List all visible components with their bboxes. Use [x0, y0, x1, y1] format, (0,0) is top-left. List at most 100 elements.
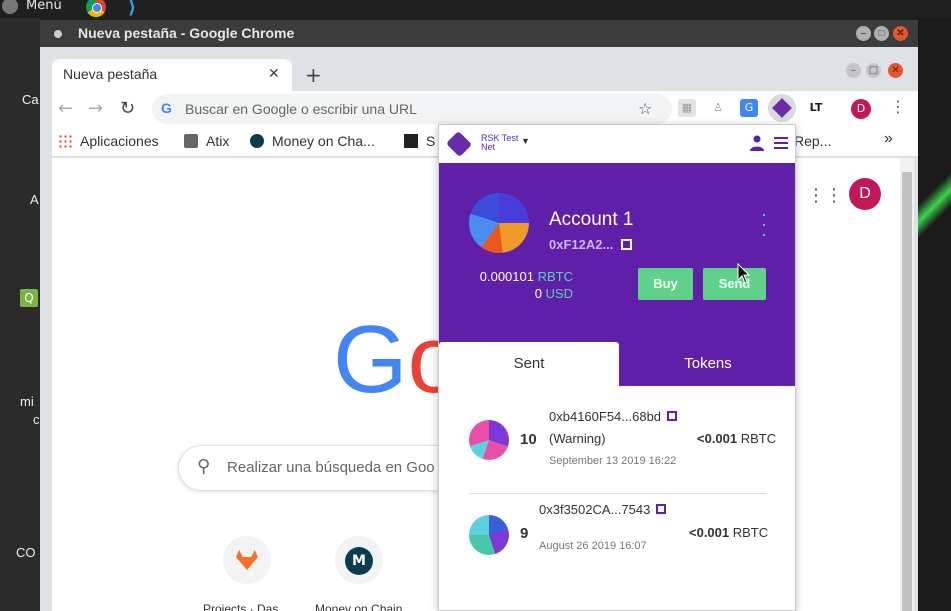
transaction-hash[interactable]: 0x3f3502CA...7543: [539, 502, 667, 517]
transaction-identicon: [469, 420, 509, 460]
page-scrollbar[interactable]: [900, 158, 914, 611]
wallet-extension-icon[interactable]: [768, 94, 796, 122]
desktop-icon-label[interactable]: c: [33, 412, 40, 427]
transaction-date: September 13 2019 16:22: [549, 455, 677, 467]
gitlab-icon: [236, 550, 258, 570]
transaction-divider: [469, 493, 767, 494]
desktop-background-right: [918, 18, 951, 611]
person-icon[interactable]: [750, 135, 764, 151]
chrome-launcher-icon[interactable]: [86, 0, 106, 17]
google-translate-icon[interactable]: G: [740, 99, 758, 117]
back-arrow-icon[interactable]: ←: [58, 98, 73, 119]
chrome-menu-icon[interactable]: ⋮: [890, 97, 906, 116]
transaction-hash-text: 0xb4160F54...68bd: [549, 409, 662, 424]
bookmark-apps[interactable]: Aplicaciones: [58, 133, 159, 149]
balance-fiat-value: 0: [534, 286, 542, 301]
ubuntu-menu-icon[interactable]: [2, 0, 18, 14]
desktop-icon-label[interactable]: Ca: [22, 92, 39, 107]
shortcut-gitlab[interactable]: [223, 536, 271, 584]
buy-button[interactable]: Buy: [638, 268, 693, 300]
tab-sent[interactable]: Sent: [439, 342, 619, 386]
search-placeholder: Realizar una búsqueda en Goo: [227, 459, 435, 476]
network-selector[interactable]: RSK Test Net: [481, 134, 518, 152]
bookmark-money-on-chain[interactable]: Money on Cha...: [250, 133, 375, 149]
bookmark-folder-atix[interactable]: Atix: [184, 133, 229, 149]
forward-arrow-icon[interactable]: →: [88, 98, 103, 119]
desktop-icon-label[interactable]: A: [30, 192, 39, 207]
bookmark-label: Money on Cha...: [272, 133, 375, 149]
google-account-avatar[interactable]: D: [849, 178, 881, 210]
copy-icon[interactable]: [621, 239, 633, 250]
extension-tree-icon[interactable]: ♙: [709, 99, 727, 117]
balance-main: 0.000101 RBTC: [480, 269, 573, 284]
transaction-hash[interactable]: 0xb4160F54...68bd: [549, 409, 678, 424]
apps-grid-icon: [58, 134, 72, 148]
bookmarks-overflow-icon[interactable]: »: [884, 130, 893, 148]
desktop-icon-label[interactable]: mi: [20, 394, 34, 409]
tab-new-tab[interactable]: Nueva pestaña ✕: [52, 59, 292, 91]
transaction-row[interactable]: 10 0xb4160F54...68bd (Warning) <0.001 RB…: [439, 404, 795, 494]
bookmark-star-icon[interactable]: ☆: [638, 99, 652, 118]
account-identicon[interactable]: [469, 193, 529, 253]
account-options-icon[interactable]: · · ·: [761, 205, 767, 243]
balance-fiat: 0 USD: [535, 286, 573, 301]
window-titlebar[interactable]: Nueva pestaña - Google Chrome – □ ✕: [40, 20, 918, 47]
copy-icon[interactable]: [667, 411, 678, 421]
folder-icon: [184, 134, 198, 148]
profile-avatar[interactable]: D: [851, 99, 871, 119]
google-search-box[interactable]: ⚲ Realizar una búsqueda en Goo: [178, 445, 478, 491]
chrome-maximize-button[interactable]: □: [866, 63, 881, 78]
new-tab-button[interactable]: +: [305, 63, 322, 87]
shortcut-label: Money on Chain: [315, 602, 403, 611]
wallet-logo-icon: [445, 130, 473, 158]
account-address[interactable]: 0xF12A2...: [549, 237, 633, 252]
transaction-amount-value: <0.001: [689, 525, 730, 540]
transaction-status: (Warning): [549, 431, 606, 446]
chrome-close-button[interactable]: ✕: [888, 63, 903, 78]
desktop-icon-label[interactable]: CO: [16, 545, 36, 560]
scrollbar-thumb[interactable]: [902, 172, 912, 611]
google-g-icon: G: [161, 100, 172, 116]
hamburger-menu-icon[interactable]: [774, 136, 788, 150]
bookmark-label: S: [426, 133, 436, 149]
chrome-minimize-button[interactable]: –: [846, 63, 861, 78]
window-menu-icon[interactable]: [54, 30, 62, 38]
wallet-popup: RSK Test Net ▼ Account 1 0xF12A2... · · · …: [438, 124, 796, 611]
balance-main-unit: RBTC: [537, 269, 573, 284]
vscode-launcher-icon[interactable]: ⟩: [128, 0, 148, 18]
window-maximize-button[interactable]: □: [874, 26, 889, 41]
bookmark-label: Atix: [206, 133, 230, 149]
bookmark-rep[interactable]: Rep...: [794, 133, 831, 149]
languagetool-icon[interactable]: LT: [807, 99, 825, 117]
window-minimize-button[interactable]: –: [856, 26, 871, 41]
yt-site-icon: [404, 134, 418, 148]
money-on-chain-icon: M: [345, 547, 373, 575]
send-button[interactable]: Send: [703, 268, 766, 300]
desktop-menu-label[interactable]: Menú: [26, 0, 62, 13]
shortcut-money-on-chain[interactable]: M: [335, 536, 383, 584]
omnibox[interactable]: G Buscar en Google o escribir una URL ☆: [152, 94, 672, 124]
transaction-hash-text: 0x3f3502CA...7543: [539, 502, 651, 517]
desktop-app-icon[interactable]: Q: [20, 289, 38, 307]
tab-tokens[interactable]: Tokens: [619, 342, 795, 386]
reload-icon[interactable]: ↻: [120, 98, 135, 119]
window-close-button[interactable]: ✕: [893, 26, 908, 41]
search-icon: ⚲: [197, 456, 211, 477]
shortcut-label: Projects · Das...: [203, 602, 289, 611]
chevron-down-icon[interactable]: ▼: [521, 136, 530, 146]
window-title: Nueva pestaña - Google Chrome: [78, 25, 295, 41]
transaction-identicon: [469, 515, 509, 555]
tab-label: Nueva pestaña: [63, 66, 158, 82]
extension-grid-icon[interactable]: ▦: [678, 99, 696, 117]
bookmark-yt[interactable]: S: [404, 133, 435, 149]
transaction-nonce: 10: [520, 431, 537, 448]
transaction-nonce: 9: [520, 525, 529, 542]
account-panel: Account 1 0xF12A2... · · · 0.000101 RBTC 0…: [439, 163, 795, 332]
desktop-top-bar: Menú ⟩: [0, 0, 951, 18]
transaction-row[interactable]: 9 0x3f3502CA...7543 <0.001 RBTC August 2…: [439, 502, 795, 595]
transaction-amount: <0.001 RBTC: [697, 431, 776, 446]
copy-icon[interactable]: [656, 504, 667, 514]
wallet-header: RSK Test Net ▼: [439, 125, 795, 163]
balance-fiat-unit: USD: [545, 286, 573, 301]
tab-strip: Nueva pestaña ✕ + – □ ✕: [52, 47, 918, 91]
